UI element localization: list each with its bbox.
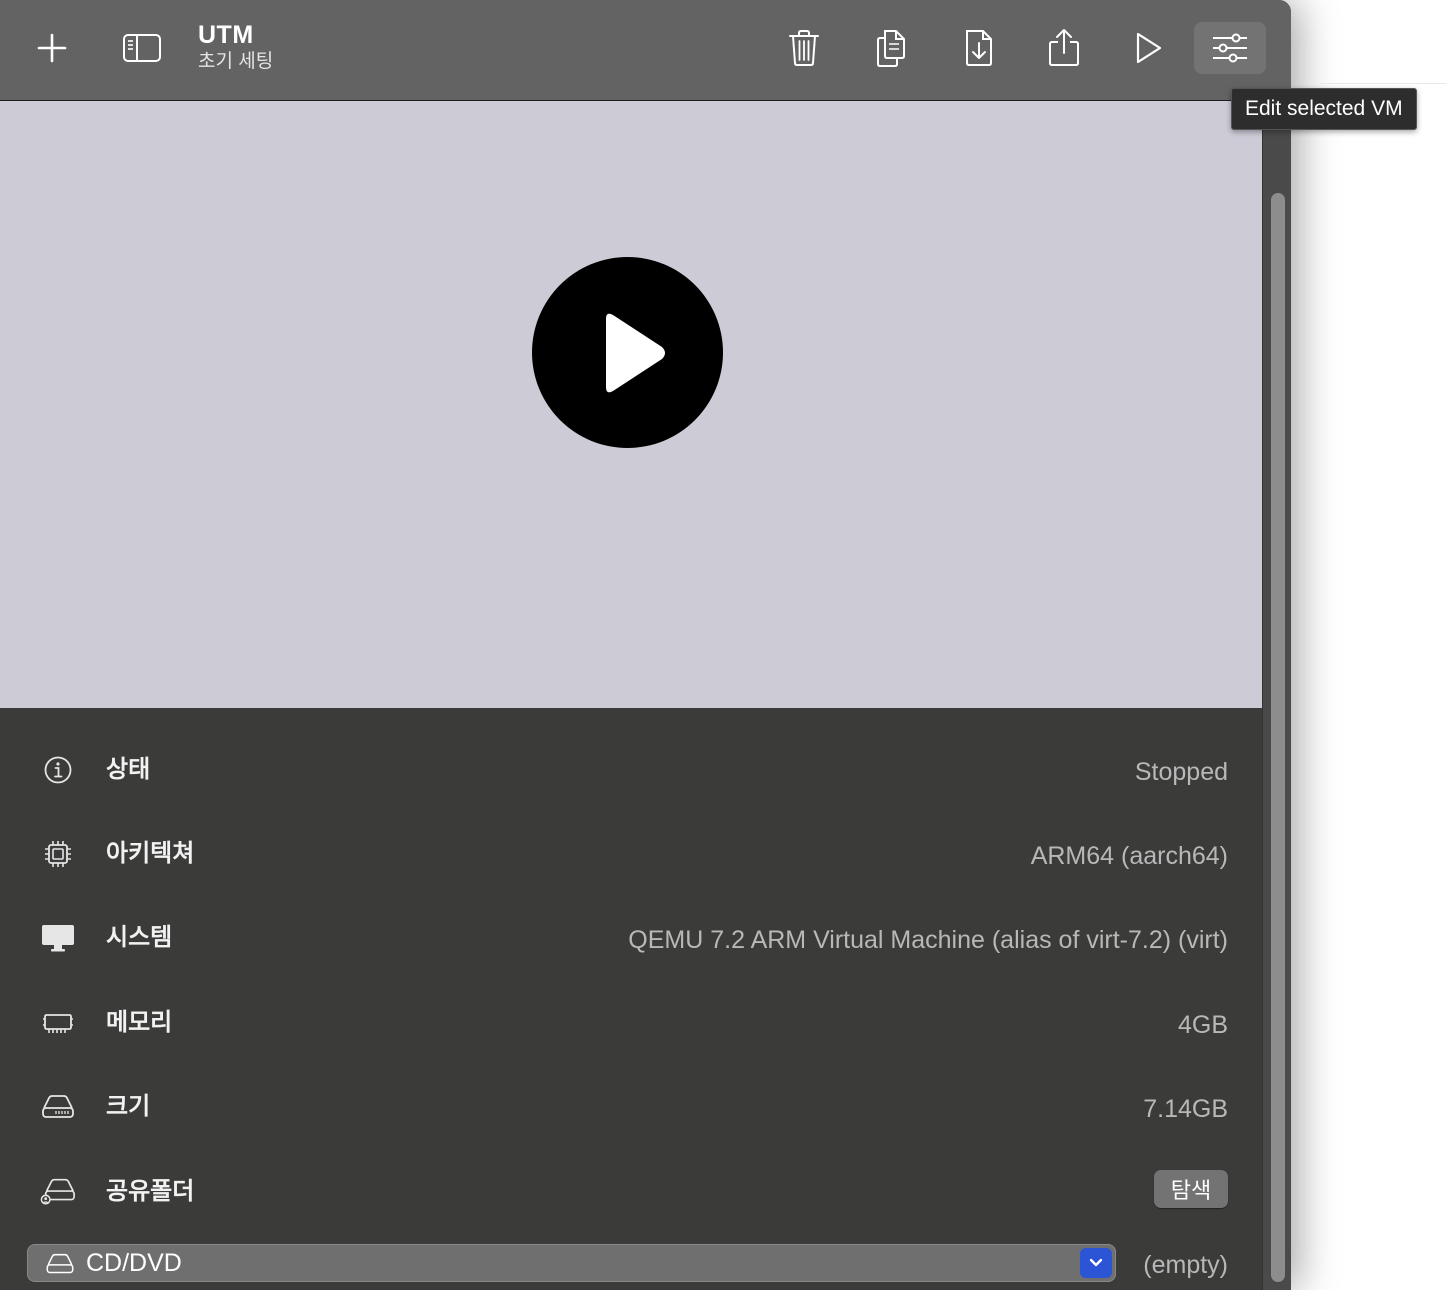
- play-icon: [1136, 32, 1162, 64]
- info-icon: [40, 754, 76, 786]
- toolbar: UTM 초기 세팅: [0, 0, 1291, 101]
- info-row-system: 시스템 QEMU 7.2 ARM Virtual Machine (alias …: [0, 908, 1262, 968]
- utm-window: UTM 초기 세팅 상태 Stopped 아키텍쳐 ARM64 (aarch64…: [0, 0, 1291, 1290]
- info-label: 아키텍쳐: [106, 840, 195, 867]
- run-vm-button[interactable]: [1112, 22, 1184, 74]
- info-value: ARM64 (aarch64): [1030, 842, 1228, 870]
- info-label: 상태: [106, 756, 151, 783]
- app-title: UTM: [198, 21, 254, 49]
- tooltip: Edit selected VM: [1231, 88, 1417, 130]
- vm-info-panel: 상태 Stopped 아키텍쳐 ARM64 (aarch64) 시스템 QEMU…: [0, 708, 1262, 1290]
- shared-folder-icon: [40, 1176, 76, 1208]
- add-vm-button[interactable]: [16, 22, 88, 74]
- info-row-size: 크기 7.14GB: [0, 1077, 1262, 1137]
- vm-name-subtitle: 초기 세팅: [198, 51, 274, 72]
- info-label: 메모리: [106, 1009, 173, 1036]
- drive-icon: [46, 1253, 74, 1274]
- info-row-architecture: 아키텍쳐 ARM64 (aarch64): [0, 824, 1262, 884]
- browse-button[interactable]: 탐색: [1154, 1170, 1228, 1208]
- info-value: QEMU 7.2 ARM Virtual Machine (alias of v…: [628, 926, 1228, 954]
- cd-dvd-label: CD/DVD: [86, 1249, 182, 1277]
- edit-vm-button[interactable]: [1194, 22, 1266, 74]
- info-row-status: 상태 Stopped: [0, 740, 1262, 800]
- sliders-icon: [1213, 33, 1247, 63]
- trash-icon: [789, 30, 819, 66]
- play-circle-icon: [605, 313, 665, 392]
- background-divider: [1320, 83, 1446, 84]
- chevron-down-icon[interactable]: [1080, 1248, 1112, 1278]
- move-vm-button[interactable]: [943, 22, 1015, 74]
- download-doc-icon: [966, 30, 992, 66]
- cd-dvd-select[interactable]: CD/DVD: [27, 1244, 1116, 1282]
- scroll-thumb[interactable]: [1271, 193, 1285, 1282]
- window-title: UTM 초기 세팅: [198, 20, 273, 74]
- share-vm-button[interactable]: [1028, 22, 1100, 74]
- info-row-memory: 메모리 4GB: [0, 993, 1262, 1053]
- info-label: 크기: [106, 1093, 151, 1120]
- cpu-icon: [40, 838, 76, 870]
- info-label: 공유폴더: [106, 1178, 195, 1205]
- info-value: Stopped: [1134, 758, 1228, 786]
- plus-icon: [37, 33, 67, 63]
- share-icon: [1049, 29, 1079, 66]
- duplicate-icon: [877, 30, 905, 67]
- display-icon: [40, 922, 76, 954]
- toggle-sidebar-button[interactable]: [106, 22, 178, 74]
- start-vm-big-button[interactable]: [532, 257, 723, 448]
- drive-icon: [40, 1091, 76, 1123]
- info-value: 7.14GB: [1143, 1095, 1228, 1123]
- delete-vm-button[interactable]: [768, 22, 840, 74]
- vm-preview: [0, 101, 1262, 708]
- clone-vm-button[interactable]: [856, 22, 928, 74]
- memory-icon: [40, 1007, 76, 1039]
- info-row-shared-folder: 공유폴더 탐색: [0, 1162, 1262, 1222]
- cd-dvd-value: (empty): [1143, 1251, 1228, 1279]
- info-value: 4GB: [1177, 1011, 1228, 1039]
- scrollbar[interactable]: [1262, 101, 1291, 1290]
- sidebar-icon: [123, 34, 161, 62]
- info-label: 시스템: [106, 924, 173, 951]
